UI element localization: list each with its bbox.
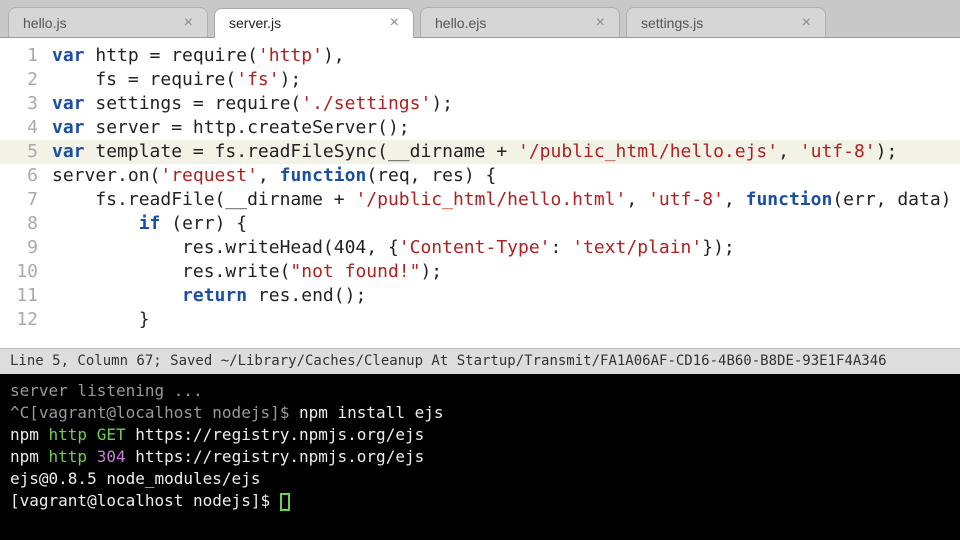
code-line: fs = require('fs');: [52, 68, 301, 92]
close-icon[interactable]: ×: [390, 15, 399, 31]
line-number: 6: [0, 164, 52, 188]
tab-server-js[interactable]: server.js ×: [214, 8, 414, 38]
code-line: var template = fs.readFileSync(__dirname…: [52, 140, 897, 164]
line-number: 8: [0, 212, 52, 236]
line-number: 3: [0, 92, 52, 116]
tab-label: server.js: [229, 15, 281, 31]
code-line: if (err) {: [52, 212, 247, 236]
line-number: 2: [0, 68, 52, 92]
code-line: res.writeHead(404, {'Content-Type': 'tex…: [52, 236, 735, 260]
code-line: var settings = require('./settings');: [52, 92, 453, 116]
code-line: var server = http.createServer();: [52, 116, 410, 140]
terminal-line: ejs@0.8.5 node_modules/ejs: [10, 468, 950, 490]
tab-hello-ejs[interactable]: hello.ejs ×: [420, 7, 620, 37]
close-icon[interactable]: ×: [184, 15, 193, 31]
cursor-icon: [280, 493, 290, 511]
tab-hello-js[interactable]: hello.js ×: [8, 7, 208, 37]
code-editor[interactable]: 1var http = require('http'), 2 fs = requ…: [0, 38, 960, 348]
close-icon[interactable]: ×: [596, 15, 605, 31]
terminal[interactable]: server listening ... ^C[vagrant@localhos…: [0, 374, 960, 540]
status-bar: Line 5, Column 67; Saved ~/Library/Cache…: [0, 348, 960, 374]
line-number: 9: [0, 236, 52, 260]
code-line: server.on('request', function(req, res) …: [52, 164, 496, 188]
terminal-line: npm http 304 https://registry.npmjs.org/…: [10, 446, 950, 468]
code-line: fs.readFile(__dirname + '/public_html/he…: [52, 188, 960, 212]
code-line: res.write("not found!");: [52, 260, 442, 284]
code-line: }: [52, 308, 150, 332]
line-number: 4: [0, 116, 52, 140]
tab-label: settings.js: [641, 15, 703, 31]
terminal-line: npm http GET https://registry.npmjs.org/…: [10, 424, 950, 446]
tab-settings-js[interactable]: settings.js ×: [626, 7, 826, 37]
line-number: 10: [0, 260, 52, 284]
tab-bar: hello.js × server.js × hello.ejs × setti…: [0, 0, 960, 38]
tab-label: hello.js: [23, 15, 67, 31]
terminal-line: ^C[vagrant@localhost nodejs]$ npm instal…: [10, 402, 950, 424]
line-number: 12: [0, 308, 52, 332]
code-line: var http = require('http'),: [52, 44, 345, 68]
tab-label: hello.ejs: [435, 15, 486, 31]
line-number: 1: [0, 44, 52, 68]
line-number: 7: [0, 188, 52, 212]
line-number: 11: [0, 284, 52, 308]
line-number: 5: [0, 140, 52, 164]
terminal-line: server listening ...: [10, 380, 950, 402]
code-line: return res.end();: [52, 284, 366, 308]
terminal-line: [vagrant@localhost nodejs]$: [10, 490, 950, 512]
close-icon[interactable]: ×: [802, 15, 811, 31]
